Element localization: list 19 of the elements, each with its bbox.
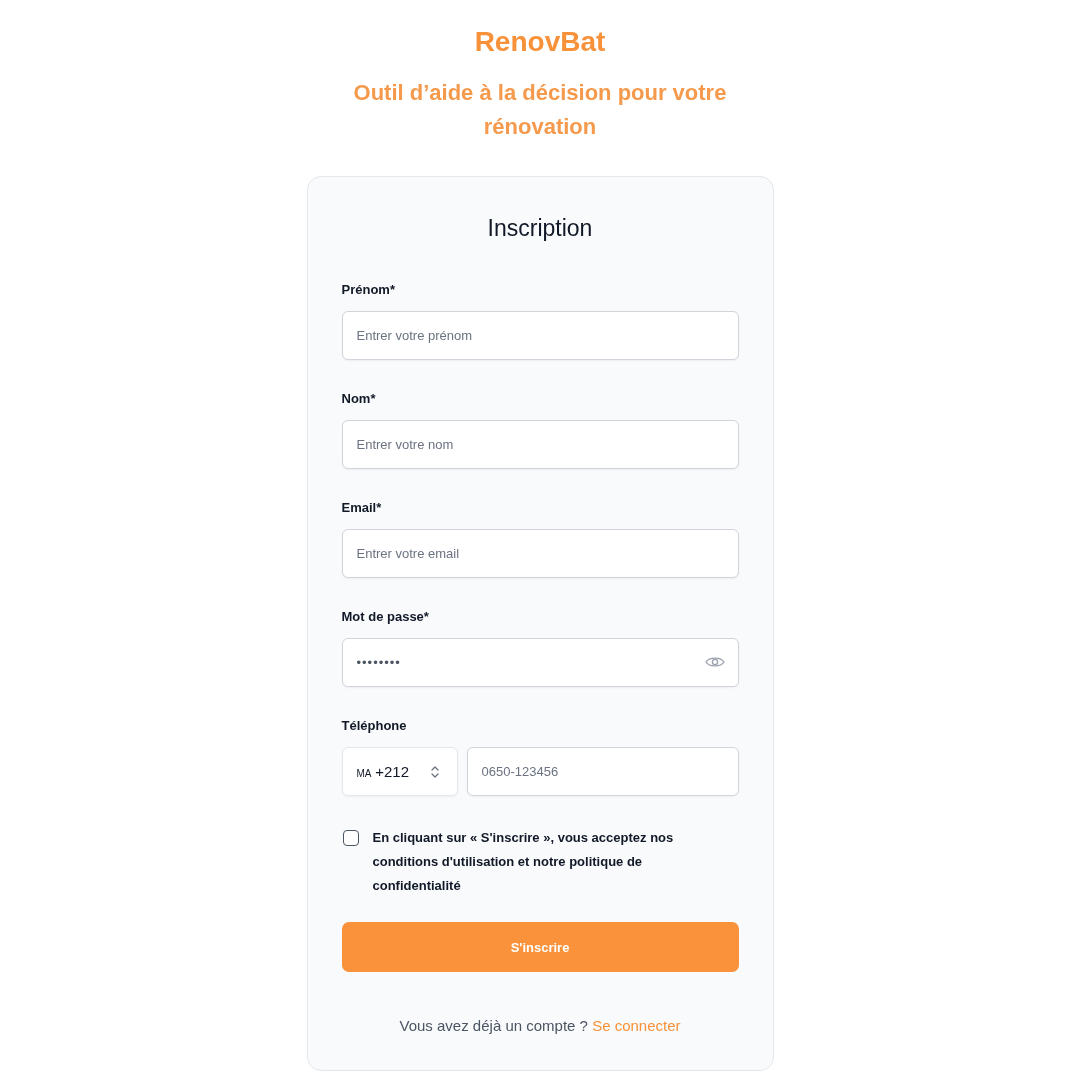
country-code-select[interactable]: MA +212 [341, 747, 458, 796]
brand-title: RenovBat [474, 25, 606, 59]
chevron-icon[interactable] [429, 765, 440, 779]
field-label: Mot de passe* [341, 608, 430, 626]
signin-prompt: Vous avez déjà un compte ? Se connecter [398, 1016, 682, 1036]
form-title: Inscription [486, 214, 594, 243]
email-field[interactable]: Entrer votre email [341, 529, 739, 578]
field-label: Prénom* [341, 281, 396, 299]
tagline: Outil d’aide à la décision pour votre rénovation [352, 79, 728, 141]
field-label: Nom* [341, 390, 377, 408]
checkbox[interactable] [342, 830, 359, 846]
text-field[interactable]: Entrer votre prénom [341, 311, 739, 360]
eye-icon[interactable] [704, 655, 725, 669]
consent-text: En cliquant sur « S'inscrire », vous acceptez nos conditions d'utilisation et notre politique de confidentialité [372, 829, 675, 895]
field-label: Téléphone [341, 717, 408, 735]
phone-field[interactable]: 0650-123456 [466, 747, 739, 796]
field-label: Email* [341, 499, 383, 517]
password-field[interactable]: •••••••• [341, 638, 739, 687]
text-field[interactable]: Entrer votre nom [341, 420, 739, 469]
